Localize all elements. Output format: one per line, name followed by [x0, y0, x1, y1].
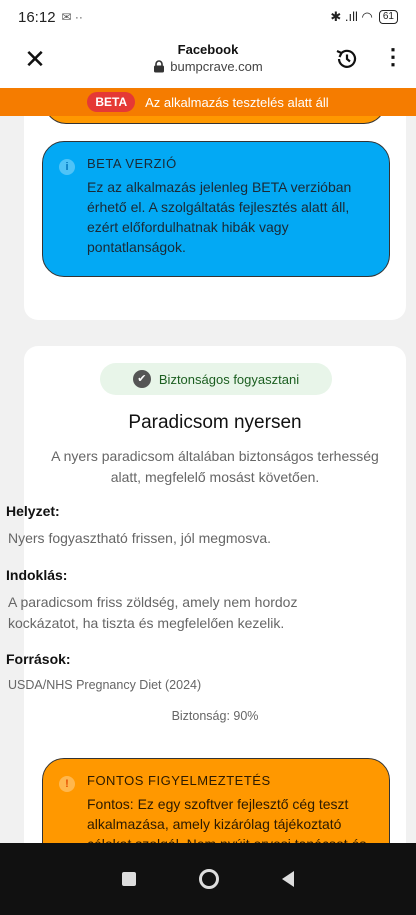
beta-info-title: BETA VERZIÓ: [87, 156, 177, 171]
reason-text: A paradicsom friss zöldség, amely nem ho…: [8, 594, 298, 631]
status-badge: ✔ Biztonságos fogyasztani: [100, 363, 332, 395]
food-description: A nyers paradicsom általában biztonságos…: [51, 448, 379, 485]
situation-text: Nyers fogyasztható frissen, jól megmosva…: [8, 530, 271, 546]
reason-label: Indoklás:: [6, 567, 68, 583]
sources-text: USDA/NHS Pregnancy Diet (2024): [8, 678, 202, 692]
notification-icons: ✉ ··: [61, 10, 83, 24]
sources-label: Források:: [6, 651, 71, 667]
orange-box-bottom: [44, 116, 386, 124]
warning-icon: !: [59, 776, 75, 792]
warning-title: FONTOS FIGYELMEZTETÉS: [87, 773, 271, 788]
back-icon[interactable]: [282, 871, 295, 887]
check-circle-icon: ✔: [132, 370, 151, 388]
info-icon: i: [59, 159, 75, 175]
situation-label: Helyzet:: [6, 503, 60, 519]
recents-icon[interactable]: [121, 872, 136, 886]
page-domain: bumpcrave.com: [170, 59, 263, 74]
scroll-content[interactable]: i BETA VERZIÓ Ez az alkalmazás jelenleg …: [0, 116, 416, 843]
warning-box: ! FONTOS FIGYELMEZTETÉS Fontos: Ez egy s…: [42, 758, 390, 843]
more-menu-icon[interactable]: ⋮: [382, 44, 404, 70]
status-badge-label: Biztonságos fogyasztani: [158, 371, 300, 387]
status-bar: 16:12 ✉ ·· ✱ .ıll ◠ 61: [0, 0, 416, 34]
lock-icon: [154, 60, 165, 73]
home-icon[interactable]: [198, 869, 219, 889]
food-title: Paradicsom nyersen: [128, 412, 302, 433]
battery-icon: 61: [378, 10, 398, 24]
beta-info-card: i BETA VERZIÓ Ez az alkalmazás jelenleg …: [24, 116, 406, 320]
beta-banner-text: Az alkalmazás tesztelés alatt áll: [145, 94, 329, 110]
beta-banner: BETA Az alkalmazás tesztelés alatt áll: [0, 88, 416, 116]
beta-info-text: Ez az alkalmazás jelenleg BETA verzióban…: [87, 179, 352, 255]
result-card: ✔ Biztonságos fogyasztani Paradicsom nye…: [6, 346, 406, 843]
signal-wifi-icons: ✱ .ıll ◠: [330, 9, 373, 24]
status-time: 16:12: [18, 8, 56, 26]
beta-pill: BETA: [87, 92, 136, 112]
safety-score: Biztonság: 90%: [171, 709, 259, 723]
history-icon[interactable]: [334, 46, 360, 72]
system-nav-bar: [0, 843, 416, 915]
beta-info-box: i BETA VERZIÓ Ez az alkalmazás jelenleg …: [42, 141, 390, 277]
warning-text: Fontos: Ez egy szoftver fejlesztő cég te…: [87, 796, 366, 843]
browser-toolbar: ✕ Facebook bumpcrave.com ⋮: [0, 34, 416, 88]
